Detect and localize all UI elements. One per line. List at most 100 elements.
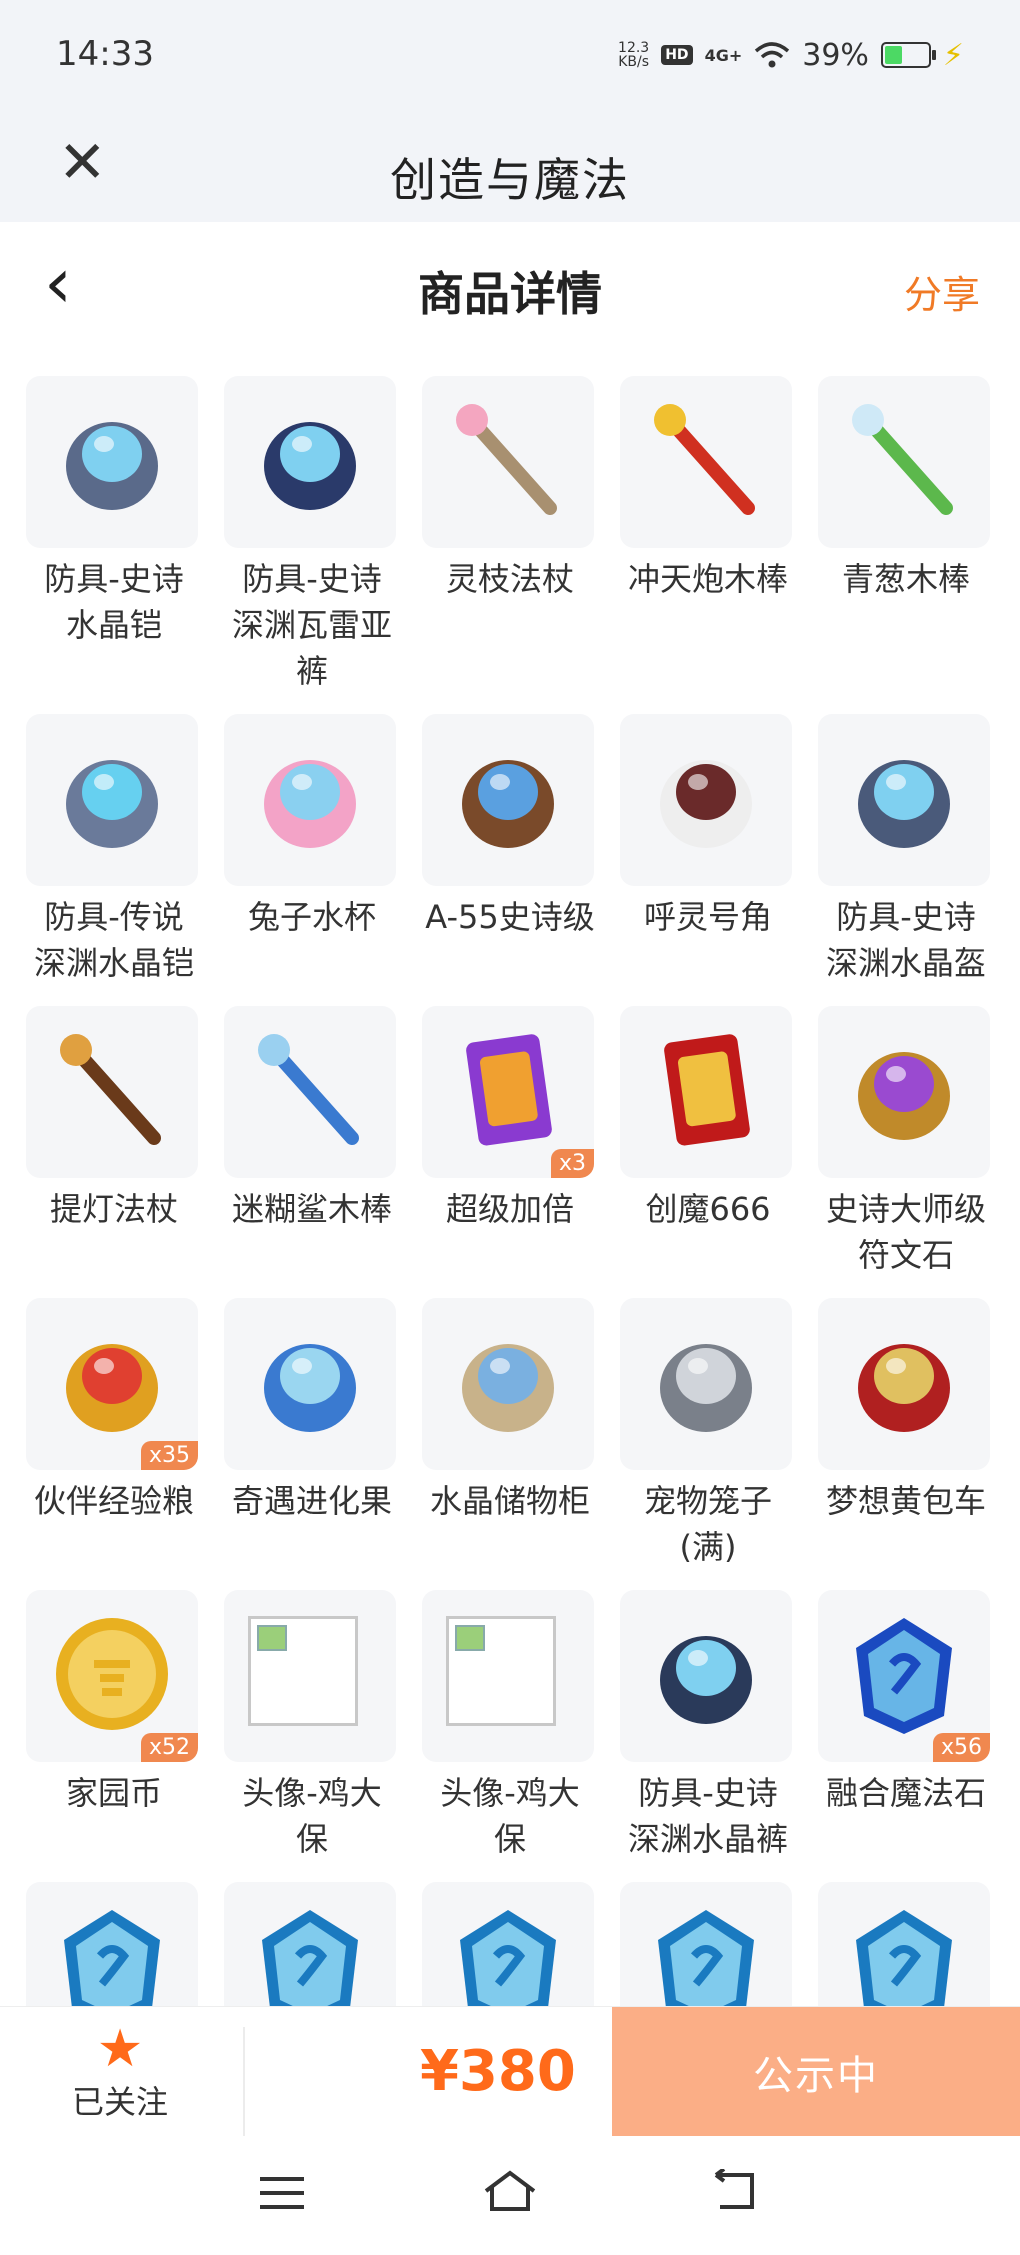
item-card[interactable]: 防具-史诗 深渊瓦雷亚 裤	[224, 376, 400, 694]
item-label: 提灯法杖	[49, 1190, 178, 1228]
item-thumbnail: x56	[818, 1590, 990, 1762]
page-title: 商品详情	[418, 267, 602, 321]
item-card[interactable]: x35 伙伴经验粮	[26, 1298, 202, 1524]
star-icon: ★	[96, 2019, 144, 2079]
blue-rune-stone-icon	[636, 1896, 776, 2006]
item-card[interactable]: x56 融合魔法石	[818, 1590, 994, 1816]
broken-image-icon	[446, 1616, 556, 1726]
item-thumbnail	[620, 1298, 792, 1470]
horn-icon	[636, 728, 776, 872]
item-card[interactable]	[818, 1882, 994, 2006]
broken-image-icon	[248, 1616, 358, 1726]
a55-gun-icon	[438, 728, 578, 872]
back-nav-icon[interactable]	[712, 2166, 760, 2226]
item-thumbnail	[620, 1882, 792, 2006]
item-thumbnail	[26, 376, 198, 548]
item-card[interactable]: 头像-鸡大 保	[422, 1590, 598, 1862]
item-card[interactable]: 防具-传说 深渊水晶铠	[26, 714, 202, 986]
abyss-pants-icon	[240, 390, 380, 534]
item-card[interactable]: 防具-史诗 水晶铠	[26, 376, 202, 648]
item-grid: 防具-史诗 水晶铠 防具-史诗 深渊瓦雷亚 裤 灵枝法杖 冲天炮木棒 青葱木棒防具-传说…	[26, 376, 1006, 2006]
pet-cage-icon	[636, 1312, 776, 1456]
item-card[interactable]: 冲天炮木棒	[620, 376, 796, 602]
publicity-status-button[interactable]: 公示中	[612, 2007, 1020, 2137]
price: ¥380	[420, 2039, 576, 2104]
super-double-card-icon	[438, 1020, 578, 1164]
item-label: 冲天炮木棒	[627, 560, 788, 598]
item-label: 防具-传说 深渊水晶铠	[33, 898, 194, 982]
item-card[interactable]	[422, 1882, 598, 2006]
exp-food-bag-icon	[42, 1312, 182, 1456]
follow-button[interactable]: ★ 已关注	[40, 2021, 200, 2123]
status-bar: 14:33 12.3 KB/s HD 4G+ 39% ⚡	[0, 0, 1020, 110]
follow-label: 已关注	[71, 2083, 168, 2121]
item-thumbnail	[818, 376, 990, 548]
item-thumbnail	[224, 714, 396, 886]
item-card[interactable]: 呼灵号角	[620, 714, 796, 940]
item-card[interactable]: A-55史诗级	[422, 714, 598, 940]
quantity-badge: x3	[550, 1149, 594, 1178]
item-label: 伙伴经验粮	[33, 1482, 194, 1520]
item-card[interactable]: 史诗大师级 符文石	[818, 1006, 994, 1278]
item-card[interactable]: 防具-史诗 深渊水晶裤	[620, 1590, 796, 1862]
item-label: 融合魔法石	[825, 1774, 986, 1812]
bottom-bar: ★ 已关注 ¥380 公示中	[0, 2006, 1020, 2137]
item-thumbnail	[620, 1590, 792, 1762]
item-card[interactable]	[224, 1882, 400, 2006]
item-card[interactable]: 水晶储物柜	[422, 1298, 598, 1524]
item-card[interactable]: x3 超级加倍	[422, 1006, 598, 1232]
quantity-badge: x35	[140, 1441, 198, 1470]
bunny-cup-icon	[240, 728, 380, 872]
signal-icon: 4G+	[704, 45, 743, 65]
crystal-armor-icon	[42, 390, 182, 534]
status-time: 14:33	[56, 34, 154, 74]
item-card[interactable]: 奇遇进化果	[224, 1298, 400, 1524]
item-label: 头像-鸡大 保	[242, 1774, 382, 1858]
charging-icon: ⚡	[942, 37, 964, 73]
hd-icon: HD	[661, 45, 693, 65]
item-card[interactable]: 梦想黄包车	[818, 1298, 994, 1524]
item-thumbnail	[620, 376, 792, 548]
item-card[interactable]	[26, 1882, 202, 2006]
item-thumbnail	[818, 1298, 990, 1470]
rickshaw-icon	[834, 1312, 974, 1456]
item-card[interactable]: 头像-鸡大 保	[224, 1590, 400, 1862]
crystal-pants-icon	[636, 1604, 776, 1748]
item-thumbnail	[26, 1006, 198, 1178]
menu-icon[interactable]	[258, 2166, 306, 2226]
item-card[interactable]: 迷糊鲨木棒	[224, 1006, 400, 1232]
item-card[interactable]: 提灯法杖	[26, 1006, 202, 1232]
item-thumbnail: x52	[26, 1590, 198, 1762]
item-label: 宠物笼子 (满)	[643, 1482, 772, 1566]
crystal-helmet-icon	[834, 728, 974, 872]
blue-rune-stone-icon	[438, 1896, 578, 2006]
item-card[interactable]: x52 家园币	[26, 1590, 202, 1816]
item-label: 防具-史诗 深渊水晶盔	[825, 898, 986, 982]
item-label: 史诗大师级 符文石	[825, 1190, 986, 1274]
item-card[interactable]: 防具-史诗 深渊水晶盔	[818, 714, 994, 986]
item-thumbnail	[224, 1882, 396, 2006]
item-card[interactable]: 创魔666	[620, 1006, 796, 1232]
item-label: 创魔666	[645, 1190, 771, 1228]
item-card[interactable]	[620, 1882, 796, 2006]
fusion-magic-stone-icon	[834, 1604, 974, 1748]
item-card[interactable]: 灵枝法杖	[422, 376, 598, 602]
item-card[interactable]: 宠物笼子 (满)	[620, 1298, 796, 1570]
item-thumbnail	[818, 1882, 990, 2006]
quantity-badge: x52	[140, 1733, 198, 1762]
evolution-fruit-icon	[240, 1312, 380, 1456]
item-thumbnail	[422, 714, 594, 886]
item-card[interactable]: 青葱木棒	[818, 376, 994, 602]
item-card[interactable]: 兔子水杯	[224, 714, 400, 940]
item-thumbnail	[818, 1006, 990, 1178]
item-thumbnail	[818, 714, 990, 886]
home-icon[interactable]	[482, 2166, 538, 2226]
item-thumbnail	[224, 1298, 396, 1470]
item-label: 防具-史诗 水晶铠	[44, 560, 184, 644]
shark-stick-icon	[240, 1020, 380, 1164]
crystal-cabinet-icon	[438, 1312, 578, 1456]
rune-stone-icon	[834, 1020, 974, 1164]
item-label: 超级加倍	[445, 1190, 574, 1228]
share-button[interactable]: 分享	[904, 264, 980, 319]
system-nav-bar	[0, 2136, 1020, 2255]
